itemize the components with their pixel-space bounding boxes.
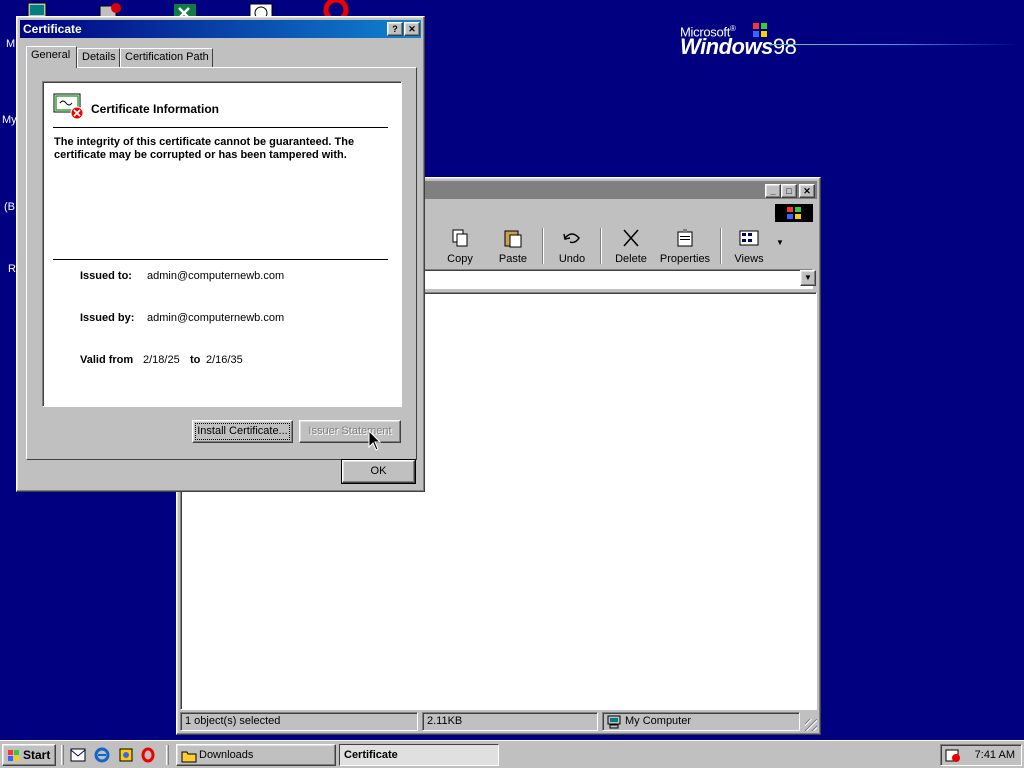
folder-icon	[181, 751, 197, 763]
tab-general[interactable]: General	[26, 46, 77, 68]
close-button[interactable]: ✕	[404, 22, 420, 36]
toolbar-separator	[600, 228, 602, 264]
views-label: Views	[734, 253, 764, 265]
install-certificate-button[interactable]: Install Certificate...	[192, 420, 293, 443]
toolbar-separator	[542, 228, 544, 264]
desktop-label: R	[8, 263, 16, 275]
dialog-title: Certificate	[23, 22, 82, 36]
taskbar-item-certificate[interactable]: Certificate	[339, 744, 499, 766]
system-tray: 7:41 AM	[940, 744, 1022, 766]
mouse-cursor-icon	[368, 430, 382, 451]
certificate-title-bar[interactable]: Certificate ? ✕	[20, 20, 421, 38]
windows-flag-icon	[8, 750, 19, 761]
issuer-statement-button[interactable]: Issuer Statement	[299, 420, 401, 443]
logo-windows-text: Windows	[680, 34, 773, 60]
taskbar-item-label: Certificate	[344, 749, 398, 761]
undo-button[interactable]: Undo	[554, 228, 590, 265]
resize-grip[interactable]	[805, 719, 817, 731]
quicklaunch-separator	[61, 745, 64, 765]
logo-line	[770, 44, 1020, 45]
issued-to-value: admin@computernewb.com	[147, 270, 285, 282]
taskbar: Start Downloads Certificate 7:41 AM	[0, 740, 1024, 768]
tab-details[interactable]: Details	[77, 48, 120, 67]
views-button[interactable]: Views	[730, 228, 768, 265]
delete-label: Delete	[615, 253, 647, 265]
windows-logo-throbber	[775, 204, 813, 222]
desktop-label: My	[2, 114, 17, 126]
status-zone-label: My Computer	[625, 715, 692, 727]
windows-flag-icon	[787, 207, 801, 219]
minimize-button[interactable]: _	[765, 184, 781, 198]
maximize-button[interactable]: □	[781, 184, 797, 198]
certificate-info-box: Certificate Information The integrity of…	[42, 81, 402, 407]
ok-button[interactable]: OK	[341, 459, 416, 484]
delete-icon	[623, 229, 639, 247]
start-button[interactable]: Start	[2, 744, 56, 766]
desktop-label: M	[6, 38, 16, 50]
windows-flag-icon	[753, 23, 767, 37]
undo-icon	[563, 233, 580, 244]
address-dropdown-icon[interactable]: ▼	[800, 270, 816, 286]
logo-version-text: 98	[772, 34, 797, 60]
windows98-logo: Microsoft® Windows98	[680, 24, 797, 60]
properties-button[interactable]: Properties	[658, 228, 712, 265]
paste-label: Paste	[498, 253, 528, 265]
divider	[53, 259, 388, 260]
quicklaunch-opera-icon[interactable]	[140, 747, 156, 763]
copy-button[interactable]: Copy	[442, 228, 478, 265]
certificate-info-title: Certificate Information	[91, 102, 220, 116]
undo-label: Undo	[558, 253, 586, 265]
certificate-error-icon	[53, 93, 84, 120]
paste-icon	[504, 230, 522, 248]
status-selected: 1 object(s) selected	[180, 712, 418, 731]
properties-icon	[677, 229, 693, 247]
quicklaunch-outlook-express-icon[interactable]	[70, 747, 86, 763]
help-button[interactable]: ?	[387, 22, 403, 36]
close-button[interactable]: ✕	[799, 184, 815, 198]
issued-by-value: admin@computernewb.com	[147, 312, 285, 324]
properties-label: Properties	[659, 253, 711, 265]
desktop-label: (B	[4, 201, 15, 213]
status-bar: 1 object(s) selected 2.11KB My Computer	[180, 712, 817, 731]
divider	[53, 127, 388, 128]
views-dropdown-icon[interactable]: ▼	[776, 238, 784, 247]
valid-to-value: 2/16/35	[206, 354, 243, 366]
taskbar-separator	[166, 745, 169, 765]
task-scheduler-icon[interactable]	[945, 747, 961, 763]
my-computer-icon	[607, 715, 621, 729]
taskbar-item-downloads[interactable]: Downloads	[176, 744, 336, 766]
toolbar-separator	[720, 228, 722, 264]
status-size: 2.11KB	[422, 712, 598, 731]
status-zone: My Computer	[602, 712, 800, 731]
valid-from-value: 2/18/25	[143, 354, 180, 366]
copy-icon	[452, 229, 468, 247]
valid-from-label: Valid from	[80, 354, 134, 366]
tab-certification-path[interactable]: Certification Path	[120, 48, 213, 67]
copy-label: Copy	[447, 253, 473, 265]
paste-button[interactable]: Paste	[493, 228, 533, 265]
clock[interactable]: 7:41 AM	[975, 749, 1015, 761]
issued-by-label: Issued by:	[80, 312, 135, 324]
integrity-warning-text: The integrity of this certificate cannot…	[54, 136, 355, 161]
quicklaunch-internet-explorer-icon[interactable]	[94, 747, 110, 763]
delete-button[interactable]: Delete	[612, 228, 650, 265]
valid-to-label: to	[190, 354, 201, 366]
taskbar-item-label: Downloads	[199, 749, 254, 761]
quicklaunch-channels-icon[interactable]	[118, 747, 134, 763]
general-tab-panel: Certificate Information The integrity of…	[26, 67, 417, 460]
views-icon	[739, 230, 759, 246]
start-label: Start	[23, 748, 51, 762]
issued-to-label: Issued to:	[80, 270, 132, 282]
certificate-dialog: Certificate ? ✕ General Details Certific…	[16, 16, 425, 492]
